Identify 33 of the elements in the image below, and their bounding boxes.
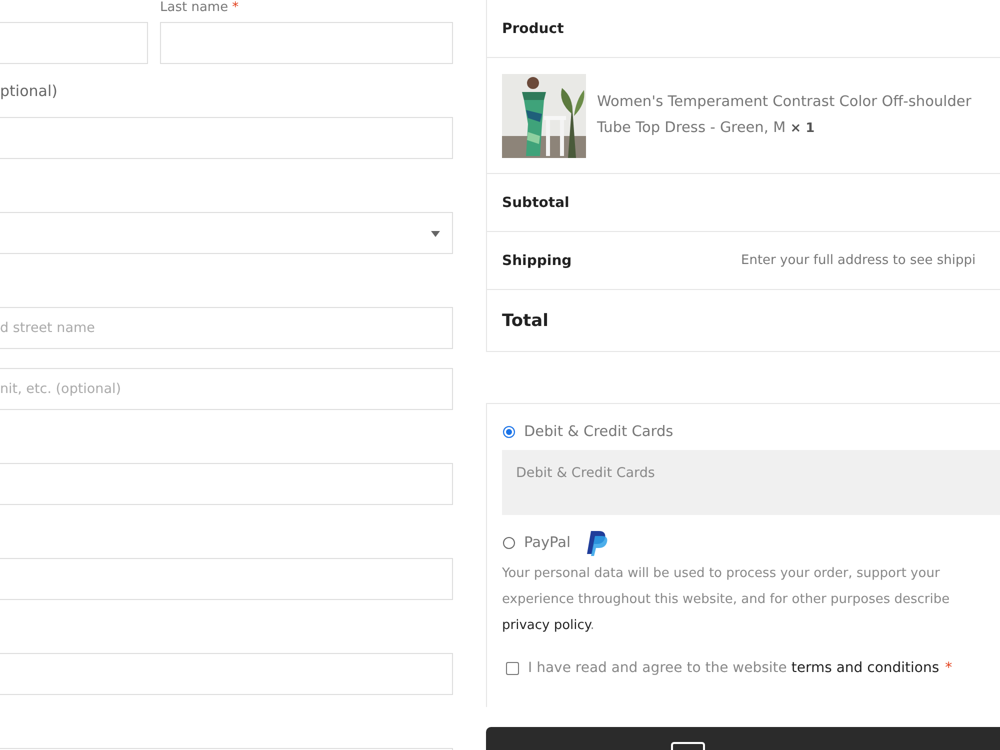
required-mark: *	[945, 659, 952, 677]
card-icon	[671, 742, 705, 750]
payment-option[interactable]: PayPal	[524, 535, 571, 551]
checkbox[interactable]	[506, 662, 519, 674]
shipping-note: Enter your full address to see shippi	[741, 253, 976, 268]
payment-description: Debit & Credit Cards	[502, 450, 1000, 515]
input-field[interactable]	[0, 558, 453, 600]
input-field[interactable]	[0, 463, 453, 505]
payment-option[interactable]: Debit & Credit Cards	[524, 424, 674, 440]
input-field[interactable]	[160, 22, 453, 64]
column-header: Product	[502, 20, 564, 36]
row-label: Shipping	[502, 252, 573, 268]
privacy-text: Your personal data will be used to process your order, support your experience throughout this website, and for other purposes describe privacy policy.	[502, 565, 951, 635]
privacy-policy-link[interactable]: privacy policy	[502, 618, 590, 633]
p-logo-icon	[586, 530, 608, 556]
quantity: × 1	[790, 121, 815, 136]
field-label: ptional)	[0, 82, 58, 100]
terms-text: I have read and agree to the website terms and conditions	[528, 660, 940, 676]
row-label: Subtotal	[502, 194, 570, 210]
caret-icon	[431, 231, 440, 237]
input-field[interactable]	[0, 22, 148, 64]
radio-button[interactable]	[503, 426, 515, 438]
radio-button[interactable]	[503, 537, 515, 549]
input-field[interactable]	[0, 653, 453, 695]
field-label: Last name	[160, 0, 228, 15]
input-field[interactable]: nit, etc. (optional)	[0, 368, 453, 410]
required-mark: *	[232, 0, 239, 15]
terms-link[interactable]: terms and conditions	[791, 660, 940, 676]
dropdown-field[interactable]	[0, 212, 453, 254]
input-field[interactable]	[0, 117, 453, 159]
input-field[interactable]: d street name	[0, 307, 453, 349]
product-name: Women's Temperament Contrast Color Off-shoulder Tube Top Dress - Green, M × 1	[597, 93, 972, 138]
row-label: Total	[502, 310, 550, 330]
